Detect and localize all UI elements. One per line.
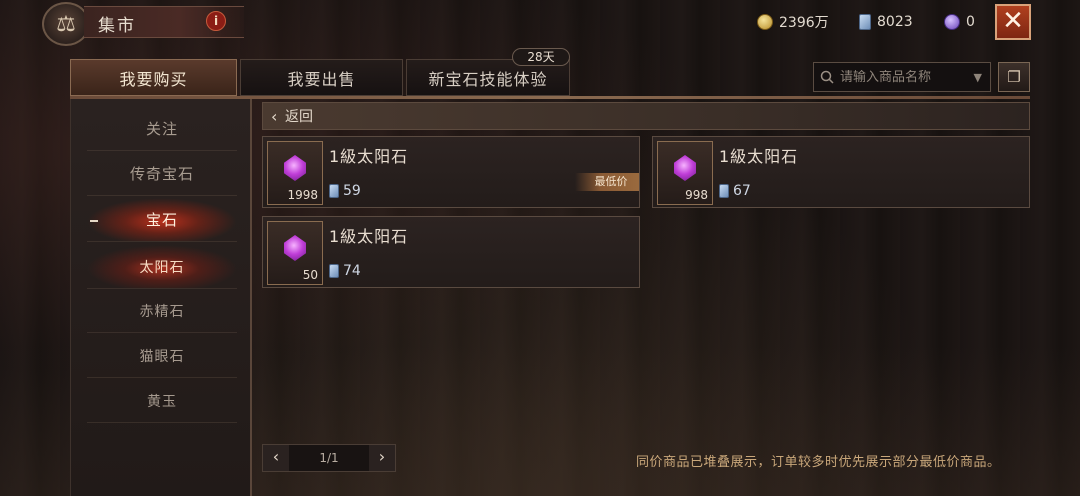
page-indicator: 1/1 (319, 451, 339, 465)
sidebar-item-sunstone[interactable]: 太阳石 (87, 245, 237, 289)
lowest-price-badge: 最低价 (575, 173, 639, 191)
sidebar-item-gems[interactable]: 宝石 (87, 198, 237, 242)
sunstone-gem-icon (284, 155, 306, 181)
sidebar-item-legendary-gems[interactable]: 传奇宝石 (87, 152, 237, 196)
purple-orb-icon (944, 14, 960, 30)
chevron-left-icon: ‹ (271, 107, 278, 126)
item-slot: 998 (657, 141, 713, 205)
item-quantity: 998 (685, 188, 708, 202)
diamond-icon (329, 184, 339, 198)
close-button[interactable]: ✕ (995, 4, 1031, 40)
sidebar-item-follow[interactable]: 关注 (87, 107, 237, 151)
price-value: 59 (343, 183, 361, 199)
listing-card[interactable]: 50 1級太阳石 74 (262, 216, 640, 288)
price-value: 67 (733, 183, 751, 199)
gold-amount: 2396万 (779, 15, 829, 31)
sidebar-item-topaz[interactable]: 黄玉 (87, 379, 237, 423)
item-price: 74 (329, 263, 361, 279)
diamond-currency: 8023 (859, 12, 913, 32)
next-page-button[interactable]: › (369, 445, 395, 471)
item-quantity: 50 (302, 268, 318, 282)
gold-currency: 2396万 (757, 12, 829, 32)
search-field[interactable]: ▼ (813, 62, 991, 92)
price-value: 74 (343, 263, 361, 279)
market-scale-icon: ⚖ (42, 2, 90, 46)
search-icon (820, 70, 834, 84)
search-dropdown-icon[interactable]: ▼ (974, 71, 982, 84)
tab-badge-days: 28天 (512, 48, 570, 66)
sidebar-item-cats-eye[interactable]: 猫眼石 (87, 334, 237, 378)
item-name: 1級太阳石 (329, 147, 409, 166)
item-name: 1級太阳石 (719, 147, 799, 166)
item-slot: 50 (267, 221, 323, 285)
pagination: ‹ 1/1 › (262, 444, 396, 472)
sunstone-gem-icon (284, 235, 306, 261)
item-quantity: 1998 (287, 188, 318, 202)
diamond-icon (329, 264, 339, 278)
prev-page-button[interactable]: ‹ (263, 445, 289, 471)
filter-button[interactable]: ❐ (998, 62, 1030, 92)
item-slot: 1998 (267, 141, 323, 205)
diamond-amount: 8023 (877, 14, 913, 30)
item-price: 67 (719, 183, 751, 199)
item-price: 59 (329, 183, 361, 199)
back-label: 返回 (285, 109, 313, 125)
purple-currency: 0 (944, 12, 975, 32)
tab-buy[interactable]: 我要购买 (70, 59, 237, 96)
purple-amount: 0 (966, 14, 975, 30)
page-title: 集市 (98, 16, 136, 36)
info-button[interactable]: i (206, 11, 226, 31)
listing-card[interactable]: 998 1級太阳石 67 (652, 136, 1030, 208)
stacking-notice: 同价商品已堆叠展示，订单较多时优先展示部分最低价商品。 (636, 455, 1001, 470)
category-sidebar: 关注 传奇宝石 宝石 太阳石 赤精石 猫眼石 黄玉 (70, 99, 252, 496)
sidebar-item-red-essence[interactable]: 赤精石 (87, 289, 237, 333)
search-input[interactable] (840, 69, 958, 85)
item-name: 1級太阳石 (329, 227, 409, 246)
back-button[interactable]: ‹ 返回 (262, 102, 1030, 130)
diamond-icon (859, 14, 871, 30)
gold-coin-icon (757, 14, 773, 30)
sunstone-gem-icon (674, 155, 696, 181)
tab-sell[interactable]: 我要出售 (240, 59, 403, 96)
listing-card[interactable]: 1998 1級太阳石 59 最低价 (262, 136, 640, 208)
diamond-icon (719, 184, 729, 198)
selected-marker (90, 220, 98, 222)
